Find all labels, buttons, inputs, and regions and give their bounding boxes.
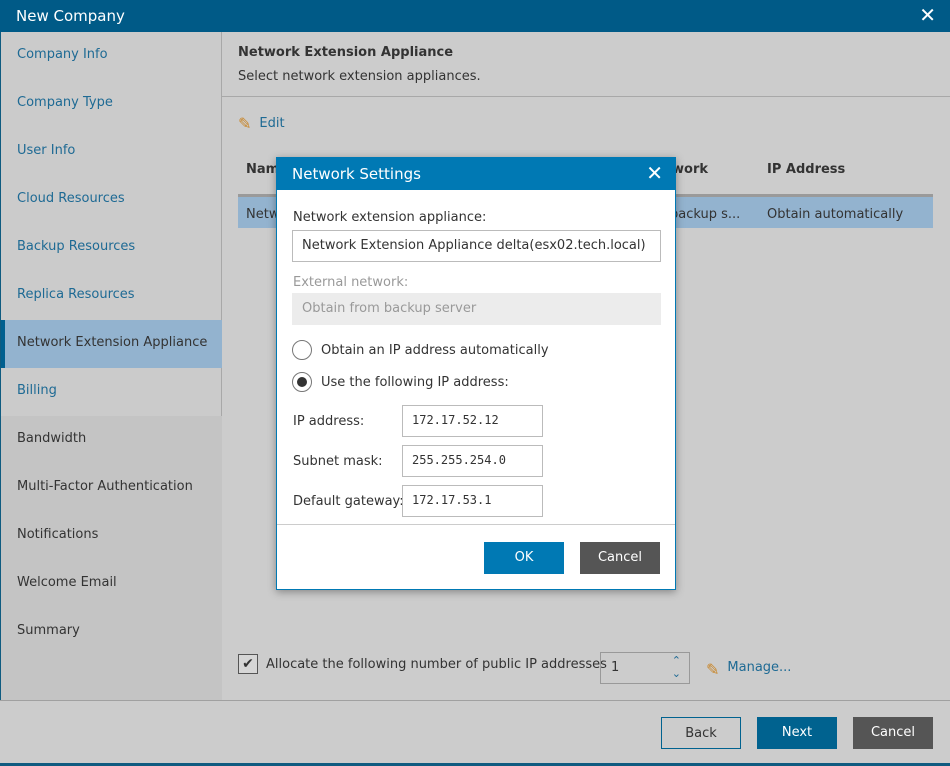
- radio-use-following[interactable]: Use the following IP address:: [292, 372, 509, 392]
- manage-label: Manage...: [727, 660, 792, 675]
- radio-obtain-automatically[interactable]: Obtain an IP address automatically: [292, 340, 549, 360]
- appliance-field[interactable]: Network Extension Appliance delta(esx02.…: [292, 230, 661, 262]
- allocate-label: Allocate the following number of public …: [266, 656, 607, 672]
- public-ip-count-stepper[interactable]: 1 ⌃ ⌄: [600, 652, 690, 684]
- page-title: Network Extension Appliance: [238, 45, 454, 60]
- public-ip-count-value: 1: [611, 660, 620, 675]
- pencil-icon: ✎: [238, 114, 252, 133]
- sidebar-item-bandwidth: Bandwidth: [1, 416, 222, 464]
- sidebar-item-backup-resources[interactable]: Backup Resources: [1, 224, 222, 272]
- page-subtitle: Select network extension appliances.: [238, 69, 481, 84]
- radio-button[interactable]: [292, 340, 312, 360]
- default-gateway-input[interactable]: 172.17.53.1: [402, 485, 543, 517]
- sidebar: Company Info Company Type User Info Clou…: [0, 32, 222, 700]
- radio-label: Use the following IP address:: [321, 374, 509, 390]
- appliance-label: Network extension appliance:: [293, 210, 487, 225]
- external-network-label: External network:: [293, 275, 409, 290]
- close-icon[interactable]: ✕: [919, 3, 936, 27]
- external-network-field: Obtain from backup server: [292, 293, 661, 325]
- allocate-checkbox[interactable]: ✔: [238, 654, 258, 674]
- ok-button[interactable]: OK: [484, 542, 564, 574]
- manage-button[interactable]: ✎ Manage...: [706, 660, 791, 679]
- allocate-public-ips: ✔ Allocate the following number of publi…: [238, 654, 607, 674]
- column-header-ip-address[interactable]: IP Address: [767, 162, 845, 177]
- sidebar-item-company-type[interactable]: Company Type: [1, 80, 222, 128]
- radio-button-selected[interactable]: [292, 372, 312, 392]
- next-button[interactable]: Next: [757, 717, 837, 749]
- cell-network: backup s...: [670, 207, 741, 222]
- ip-address-input[interactable]: 172.17.52.12: [402, 405, 543, 437]
- sidebar-item-summary: Summary: [1, 608, 222, 700]
- ip-address-label: IP address:: [293, 414, 365, 429]
- cancel-button[interactable]: Cancel: [853, 717, 933, 749]
- footer: Back Next Cancel: [0, 700, 950, 766]
- title-bar: New Company ✕: [0, 0, 950, 32]
- pencil-icon: ✎: [706, 660, 720, 679]
- sidebar-item-welcome-email: Welcome Email: [1, 560, 222, 608]
- close-icon[interactable]: ✕: [646, 161, 663, 185]
- edit-label: Edit: [259, 116, 285, 131]
- column-header-network[interactable]: work: [672, 162, 708, 177]
- sidebar-item-network-extension-appliance[interactable]: Network Extension Appliance: [1, 320, 222, 368]
- subnet-mask-input[interactable]: 255.255.254.0: [402, 445, 543, 477]
- divider: [277, 524, 675, 525]
- window-title: New Company: [16, 7, 125, 25]
- sidebar-item-user-info[interactable]: User Info: [1, 128, 222, 176]
- radio-label: Obtain an IP address automatically: [321, 342, 549, 358]
- subnet-mask-label: Subnet mask:: [293, 454, 383, 469]
- sidebar-item-replica-resources[interactable]: Replica Resources: [1, 272, 222, 320]
- sidebar-item-billing[interactable]: Billing: [1, 368, 222, 416]
- edit-button[interactable]: ✎ Edit: [238, 114, 285, 133]
- back-button[interactable]: Back: [661, 717, 741, 749]
- sidebar-item-notifications: Notifications: [1, 512, 222, 560]
- sidebar-item-mfa: Multi-Factor Authentication: [1, 464, 222, 512]
- column-header-name[interactable]: Nam: [246, 162, 279, 177]
- network-settings-dialog: Network Settings ✕ Network extension app…: [276, 157, 676, 590]
- dialog-title: Network Settings: [292, 165, 421, 183]
- dialog-header: Network Settings ✕: [277, 158, 675, 190]
- divider: [222, 96, 950, 97]
- cell-ip-address: Obtain automatically: [767, 207, 904, 222]
- stepper-arrows-icon[interactable]: ⌃ ⌄: [672, 654, 681, 680]
- cell-name: Netw: [246, 207, 280, 222]
- sidebar-item-company-info[interactable]: Company Info: [1, 32, 222, 80]
- sidebar-item-cloud-resources[interactable]: Cloud Resources: [1, 176, 222, 224]
- dialog-cancel-button[interactable]: Cancel: [580, 542, 660, 574]
- default-gateway-label: Default gateway:: [293, 494, 404, 509]
